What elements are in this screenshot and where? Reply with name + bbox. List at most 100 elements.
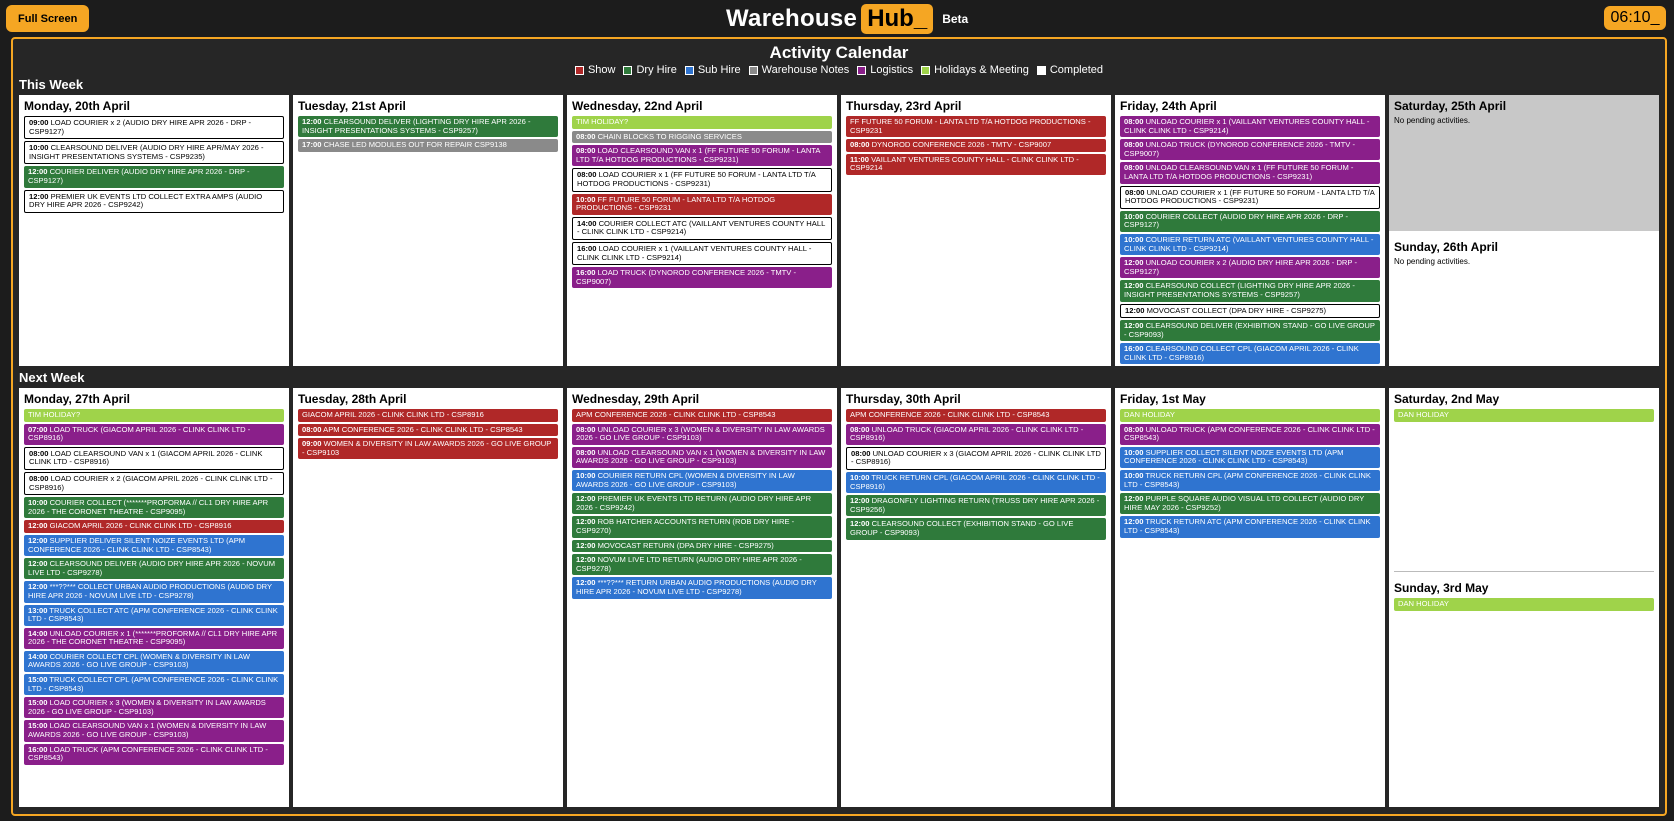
calendar-event[interactable]: 08:00 UNLOAD COURIER x 1 (VAILLANT VENTU… xyxy=(1120,116,1380,138)
calendar-event[interactable]: TIM HOLIDAY? xyxy=(572,116,832,129)
day-title: Sunday, 3rd May xyxy=(1394,581,1489,595)
event-text: CLEARSOUND DELIVER (LIGHTING DRY HIRE AP… xyxy=(302,117,531,135)
full-screen-button[interactable]: Full Screen xyxy=(6,5,90,32)
calendar-event[interactable]: 08:00 DYNOROD CONFERENCE 2026 - TMTV - C… xyxy=(846,139,1106,152)
calendar-event[interactable]: 15:00 LOAD CLEARSOUND VAN x 1 (WOMEN & D… xyxy=(24,720,284,742)
calendar-event[interactable]: 09:00 LOAD COURIER x 2 (AUDIO DRY HIRE A… xyxy=(24,116,284,140)
calendar-event[interactable]: 12:00 CLEARSOUND COLLECT (EXHIBITION STA… xyxy=(846,518,1106,540)
calendar-event[interactable]: 08:00 CHAIN BLOCKS TO RIGGING SERVICES xyxy=(572,130,832,144)
day-title: Thursday, 23rd April xyxy=(846,99,962,113)
next-week-grid: Monday, 27th April TIM HOLIDAY? 07:00 LOAD… xyxy=(19,388,1659,807)
event-text: MOVOCAST COLLECT (DPA DRY HIRE - CSP9275… xyxy=(1146,305,1327,315)
calendar-event[interactable]: 10:00 COURIER COLLECT (*******PROFORMA /… xyxy=(24,497,284,519)
calendar-event[interactable]: 08:00 UNLOAD TRUCK (APM CONFERENCE 2026 … xyxy=(1120,423,1380,445)
calendar-event[interactable]: 13:00 TRUCK COLLECT ATC (APM CONFERENCE … xyxy=(24,604,284,626)
calendar-legend: Show Dry Hire Sub Hire Warehouse Notes Logis… xyxy=(13,64,1665,76)
calendar-event[interactable]: FF FUTURE 50 FORUM - LANTA LTD T/A HOTDO… xyxy=(846,116,1106,138)
calendar-event[interactable]: 12:00 GIACOM APRIL 2026 - CLINK CLINK LT… xyxy=(24,520,284,533)
calendar-event[interactable]: 10:00 COURIER COLLECT (AUDIO DRY HIRE AP… xyxy=(1120,210,1380,232)
calendar-event[interactable]: 09:00 WOMEN & DIVERSITY IN LAW AWARDS 20… xyxy=(298,438,558,460)
calendar-event[interactable]: 07:00 LOAD TRUCK (GIACOM APRIL 2026 - CL… xyxy=(24,423,284,445)
event-text: LOAD TRUCK (GIACOM APRIL 2026 - CLINK CL… xyxy=(28,424,251,443)
event-text: UNLOAD COURIER x 3 (WOMEN & DIVERSITY IN… xyxy=(576,424,825,443)
legend-item: Warehouse Notes xyxy=(748,64,849,76)
calendar-event[interactable]: 10:00 SUPPLIER COLLECT SILENT NOIZE EVEN… xyxy=(1120,446,1380,468)
calendar-event[interactable]: 08:00 UNLOAD COURIER x 3 (GIACOM APRIL 2… xyxy=(846,446,1106,470)
event-text: ***??*** RETURN URBAN AUDIO PRODUCTIONS … xyxy=(576,578,817,596)
calendar-event[interactable]: 14:00 COURIER COLLECT CPL (WOMEN & DIVER… xyxy=(24,650,284,673)
event-text: UNLOAD COURIER x 2 (AUDIO DRY HIRE APR 2… xyxy=(1124,258,1357,276)
event-text: ***??*** COLLECT URBAN AUDIO PRODUCTIONS… xyxy=(28,582,272,600)
event-text: UNLOAD CLEARSOUND VAN x 1 (WOMEN & DIVER… xyxy=(576,447,826,466)
calendar-event[interactable]: 12:00 ROB HATCHER ACCOUNTS RETURN (ROB D… xyxy=(572,516,832,538)
calendar-event[interactable]: 12:00 NOVUM LIVE LTD RETURN (AUDIO DRY H… xyxy=(572,554,832,576)
calendar-event[interactable]: 14:00 UNLOAD COURIER x 1 (*******PROFORM… xyxy=(24,627,284,649)
calendar-event[interactable]: 12:00 COURIER DELIVER (AUDIO DRY HIRE AP… xyxy=(24,166,284,188)
calendar-event[interactable]: 12:00 DRAGONFLY LIGHTING RETURN (TRUSS D… xyxy=(846,495,1106,517)
calendar-event[interactable]: 17:00 CHASE LED MODULES OUT FOR REPAIR C… xyxy=(298,139,558,152)
calendar-event[interactable]: 10:00 CLEARSOUND DELIVER (AUDIO DRY HIRE… xyxy=(24,141,284,165)
calendar-event[interactable]: 12:00 PREMIER UK EVENTS LTD RETURN (AUDI… xyxy=(572,493,832,515)
calendar-event[interactable]: 12:00 CLEARSOUND DELIVER (EXHIBITION STA… xyxy=(1120,320,1380,342)
event-text: UNLOAD CLEARSOUND VAN x 1 (FF FUTURE 50 … xyxy=(1124,163,1354,181)
calendar-event[interactable]: 12:00 ***??*** RETURN URBAN AUDIO PRODUC… xyxy=(572,577,832,599)
legend-label: Holidays & Meeting xyxy=(934,64,1029,76)
event-text: SUPPLIER DELIVER SILENT NOIZE EVENTS LTD… xyxy=(28,535,246,554)
calendar-event[interactable]: 12:00 MOVOCAST RETURN (DPA DRY HIRE - CS… xyxy=(572,539,832,553)
calendar-event[interactable]: DAN HOLIDAY xyxy=(1394,598,1654,611)
calendar-event[interactable]: 08:00 LOAD CLEARSOUND VAN x 1 (FF FUTURE… xyxy=(572,145,832,167)
calendar-event[interactable]: DAN HOLIDAY xyxy=(1120,409,1380,422)
calendar-event[interactable]: 08:00 UNLOAD TRUCK (GIACOM APRIL 2026 - … xyxy=(846,423,1106,445)
calendar-event[interactable]: 08:00 LOAD COURIER x 1 (FF FUTURE 50 FOR… xyxy=(572,168,832,192)
calendar-event[interactable]: 14:00 COURIER COLLECT ATC (VAILLANT VENT… xyxy=(572,216,832,240)
event-text: SUPPLIER COLLECT SILENT NOIZE EVENTS LTD… xyxy=(1124,447,1344,466)
calendar-event[interactable]: APM CONFERENCE 2026 - CLINK CLINK LTD - … xyxy=(572,409,832,422)
calendar-event[interactable]: 12:00 CLEARSOUND DELIVER (LIGHTING DRY H… xyxy=(298,116,558,138)
event-text: LOAD COURIER x 1 (FF FUTURE 50 FORUM - L… xyxy=(577,170,816,188)
calendar-event[interactable]: 12:00 UNLOAD COURIER x 2 (AUDIO DRY HIRE… xyxy=(1120,257,1380,279)
calendar-event[interactable]: 08:00 APM CONFERENCE 2026 - CLINK CLINK … xyxy=(298,423,558,437)
calendar-event[interactable]: 12:00 PREMIER UK EVENTS LTD COLLECT EXTR… xyxy=(24,189,284,213)
day-column: Saturday, 2nd May DAN HOLIDAY Sunday, 3rd … xyxy=(1389,388,1659,807)
calendar-event[interactable]: 12:00 MOVOCAST COLLECT (DPA DRY HIRE - C… xyxy=(1120,303,1380,319)
calendar-event[interactable]: 08:00 UNLOAD COURIER x 3 (WOMEN & DIVERS… xyxy=(572,423,832,445)
calendar-event[interactable]: 12:00 CLEARSOUND COLLECT (LIGHTING DRY H… xyxy=(1120,280,1380,302)
calendar-event[interactable]: 12:00 TRUCK RETURN ATC (APM CONFERENCE 2… xyxy=(1120,516,1380,538)
calendar-event[interactable]: APM CONFERENCE 2026 - CLINK CLINK LTD - … xyxy=(846,409,1106,422)
calendar-event[interactable]: 08:00 LOAD COURIER x 2 (GIACOM APRIL 202… xyxy=(24,471,284,496)
day-title: Wednesday, 22nd April xyxy=(572,99,703,113)
calendar-event[interactable]: 15:00 LOAD COURIER x 3 (WOMEN & DIVERSIT… xyxy=(24,697,284,719)
calendar-event[interactable]: 08:00 LOAD CLEARSOUND VAN x 1 (GIACOM AP… xyxy=(24,446,284,470)
calendar-event[interactable]: 16:00 LOAD TRUCK (APM CONFERENCE 2026 - … xyxy=(24,743,284,765)
calendar-event[interactable]: 12:00 ***??*** COLLECT URBAN AUDIO PRODU… xyxy=(24,581,284,603)
calendar-title: Activity Calendar xyxy=(769,43,909,62)
calendar-event[interactable]: 10:00 FF FUTURE 50 FORUM - LANTA LTD T/A… xyxy=(572,193,832,215)
calendar-event[interactable]: 08:00 UNLOAD COURIER x 1 (FF FUTURE 50 F… xyxy=(1120,185,1380,209)
event-text: COURIER COLLECT CPL (WOMEN & DIVERSITY I… xyxy=(28,651,250,670)
event-text: TRUCK COLLECT ATC (APM CONFERENCE 2026 -… xyxy=(28,605,278,624)
calendar-event[interactable]: 08:00 UNLOAD CLEARSOUND VAN x 1 (WOMEN &… xyxy=(572,446,832,468)
calendar-event[interactable]: 16:00 LOAD TRUCK (DYNOROD CONFERENCE 202… xyxy=(572,267,832,289)
calendar-event[interactable]: 12:00 CLEARSOUND DELIVER (AUDIO DRY HIRE… xyxy=(24,558,284,580)
calendar-event[interactable]: DAN HOLIDAY xyxy=(1394,409,1654,422)
legend-swatch xyxy=(748,65,758,75)
calendar-event[interactable]: 10:00 TRUCK RETURN CPL (GIACOM APRIL 202… xyxy=(846,471,1106,494)
calendar-event[interactable]: 08:00 UNLOAD TRUCK (DYNOROD CONFERENCE 2… xyxy=(1120,139,1380,161)
clock-display: 06:10_ xyxy=(1604,6,1666,30)
day-title: Friday, 24th April xyxy=(1120,99,1217,113)
calendar-event[interactable]: 16:00 LOAD COURIER x 1 (VAILLANT VENTURE… xyxy=(572,241,832,266)
calendar-event[interactable]: 12:00 SUPPLIER DELIVER SILENT NOIZE EVEN… xyxy=(24,534,284,557)
event-text: LOAD COURIER x 2 (AUDIO DRY HIRE APR 202… xyxy=(29,118,252,136)
saturday-section: Saturday, 2nd May DAN HOLIDAY xyxy=(1394,392,1654,572)
calendar-event[interactable]: 16:00 CLEARSOUND COLLECT CPL (GIACOM APR… xyxy=(1120,343,1380,365)
calendar-event[interactable]: TIM HOLIDAY? xyxy=(24,409,284,422)
legend-item: Logistics xyxy=(857,64,913,76)
calendar-event[interactable]: 10:00 COURIER RETURN CPL (WOMEN & DIVERS… xyxy=(572,469,832,492)
calendar-event[interactable]: 08:00 UNLOAD CLEARSOUND VAN x 1 (FF FUTU… xyxy=(1120,162,1380,184)
calendar-event[interactable]: 10:00 COURIER RETURN ATC (VAILLANT VENTU… xyxy=(1120,233,1380,256)
calendar-event[interactable]: 11:00 VAILLANT VENTURES COUNTY HALL - CL… xyxy=(846,153,1106,175)
calendar-event[interactable]: 10:00 TRUCK RETURN CPL (APM CONFERENCE 2… xyxy=(1120,469,1380,492)
calendar-event[interactable]: 15:00 TRUCK COLLECT CPL (APM CONFERENCE … xyxy=(24,674,284,696)
calendar-event[interactable]: 12:00 PURPLE SQUARE AUDIO VISUAL LTD COL… xyxy=(1120,493,1380,515)
calendar-event[interactable]: GIACOM APRIL 2026 - CLINK CLINK LTD - CS… xyxy=(298,409,558,422)
